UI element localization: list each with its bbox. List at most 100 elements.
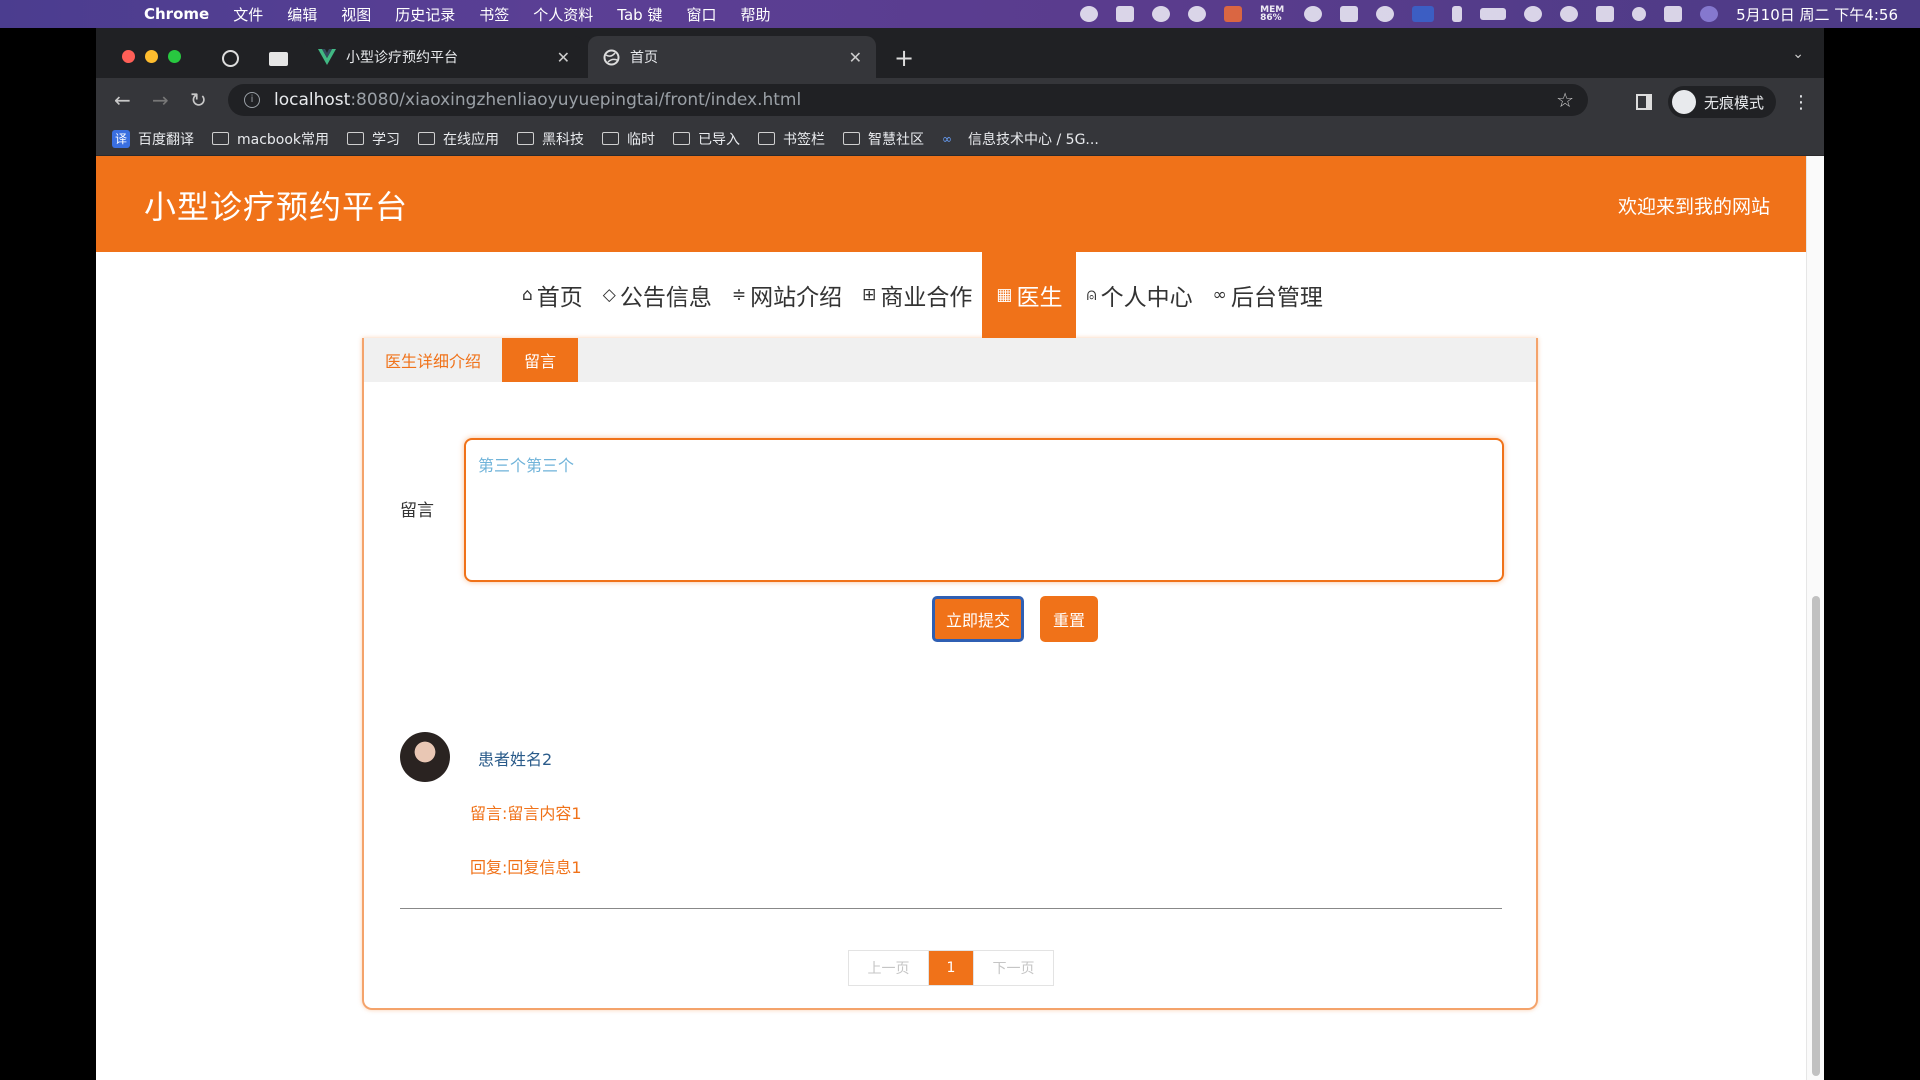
next-page-button[interactable]: 下一页 [973,951,1053,985]
divider [400,908,1502,909]
folder-icon [517,132,535,145]
bookmark-folder[interactable]: 已导入 [673,129,740,149]
nav-home[interactable]: ⌂ 首页 [512,252,593,338]
window-icon[interactable] [1340,6,1359,22]
reload-icon[interactable]: ↻ [190,88,207,112]
tab-home[interactable]: 首页 ✕ [588,36,876,78]
close-icon[interactable]: ✕ [557,48,570,67]
bookmark-folder[interactable]: 黑科技 [517,129,584,149]
record-icon[interactable] [1080,6,1099,22]
bookmark-label: 临时 [627,131,656,148]
address-bar[interactable]: i localhost :8080/xiaoxingzhenliaoyuyuep… [228,84,1588,116]
password-icon[interactable] [1304,6,1323,22]
wps-icon[interactable] [1116,6,1135,22]
menu-profile[interactable]: 个人资料 [533,4,593,25]
link-icon: ∞ [1212,285,1227,305]
bookmark-folder[interactable]: 在线应用 [418,129,499,149]
bookmark-label: macbook常用 [237,131,330,148]
menu-file[interactable]: 文件 [233,4,263,25]
bookmark-folder[interactable]: 智慧社区 [843,129,924,149]
reset-button[interactable]: 重置 [1040,596,1098,642]
url-host: localhost [274,90,351,110]
control-center-icon[interactable] [1664,6,1683,22]
menu-edit[interactable]: 编辑 [287,4,317,25]
translate-icon: 译 [112,129,130,148]
nav-label: 个人中心 [1100,285,1193,311]
bookmark-label: 智慧社区 [868,131,925,148]
bookmark-folder[interactable]: macbook常用 [212,129,329,149]
nav-personal-center[interactable]: ⍝ 个人中心 [1076,252,1202,338]
chat-icon[interactable] [1188,6,1207,22]
url-path: :8080/xiaoxingzhenliaoyuyuepingtai/front… [350,90,802,110]
keyboard-icon[interactable] [1412,6,1435,22]
folder-icon [673,132,691,145]
bookmark-label: 在线应用 [443,131,500,148]
site-info-icon[interactable]: i [244,92,260,108]
bookmark-item[interactable]: ∞ 信息技术中心 / 5G... [942,129,1099,149]
nav-cooperation[interactable]: ⊞ 商业合作 [852,252,982,338]
user-switch-icon[interactable] [1560,6,1579,22]
menu-window[interactable]: 窗口 [686,4,716,25]
page-scrollbar[interactable] [1806,156,1824,1080]
side-panel-icon[interactable] [1636,94,1652,110]
memory-value: 86% [1260,13,1282,23]
app-icon[interactable] [1224,6,1243,22]
sync-icon[interactable] [1596,6,1615,22]
scrollbar-thumb[interactable] [1812,596,1820,1076]
bell-icon[interactable] [1152,6,1171,22]
grid-icon: ▦ [996,285,1013,305]
menu-view[interactable]: 视图 [341,4,371,25]
wifi-icon[interactable] [1524,6,1543,22]
bookmark-folder[interactable]: 书签栏 [758,129,825,149]
tab-platform[interactable]: 小型诊疗预约平台 ✕ [304,36,584,78]
menubar-clock[interactable]: 5月10日 周二 下午4:56 [1736,4,1898,25]
bookmark-label: 已导入 [698,131,741,148]
submit-button[interactable]: 立即提交 [932,596,1024,642]
page-1-button[interactable]: 1 [929,951,973,985]
gift-icon: ⊞ [862,285,877,305]
comment-message: 留言:留言内容1 [470,804,582,823]
minimize-window-button[interactable] [145,50,158,63]
nav-about[interactable]: ≑ 网站介绍 [722,252,852,338]
bookmarks-bar: 译百度翻译 macbook常用 学习 在线应用 黑科技 临时 已导入 书签栏 智… [96,122,1824,156]
nav-announcements[interactable]: ◇ 公告信息 [593,252,722,338]
bookmark-folder[interactable]: 临时 [602,129,655,149]
browser-toolbar: ← → ↻ i localhost :8080/xiaoxingzhenliao… [96,78,1824,122]
vpn-icon[interactable] [1376,6,1395,22]
siri-icon[interactable] [1700,6,1719,22]
bookmark-star-icon[interactable]: ☆ [1556,88,1574,112]
site-title: 小型诊疗预约平台 [144,188,409,226]
close-window-button[interactable] [122,50,135,63]
menu-help[interactable]: 帮助 [740,4,770,25]
nav-doctor[interactable]: ▦ 医生 [982,252,1077,338]
kebab-menu-icon[interactable]: ⋮ [1792,92,1810,113]
nav-admin[interactable]: ∞ 后台管理 [1203,252,1333,338]
menubar-app-name[interactable]: Chrome [144,5,209,23]
tab-doctor-detail[interactable]: 医生详细介绍 [364,338,502,382]
maximize-window-button[interactable] [168,50,181,63]
menu-tab[interactable]: Tab 键 [617,4,662,25]
new-tab-button[interactable]: + [894,44,914,72]
tab-group-icon[interactable] [269,52,288,66]
nav-label: 后台管理 [1230,285,1323,311]
menu-bookmarks[interactable]: 书签 [479,4,509,25]
avatar [400,732,450,782]
globe-icon[interactable] [222,50,239,67]
tab-search-icon[interactable]: ⌄ [1792,46,1804,62]
macos-menubar: Chrome 文件 编辑 视图 历史记录 书签 个人资料 Tab 键 窗口 帮助… [0,0,1920,28]
close-icon[interactable]: ✕ [849,48,862,67]
tab-messages[interactable]: 留言 [502,338,578,382]
menu-history[interactable]: 历史记录 [395,4,455,25]
bluetooth-icon[interactable] [1452,6,1463,22]
bookmark-item[interactable]: 译百度翻译 [112,129,194,149]
message-textarea[interactable]: 第三个第三个 [464,438,1504,582]
forward-icon[interactable]: → [152,88,169,112]
memory-monitor[interactable]: MEM 86% [1260,6,1286,23]
bookmark-folder[interactable]: 学习 [347,129,400,149]
incognito-profile-button[interactable]: 无痕模式 [1668,86,1777,118]
spotlight-icon[interactable] [1632,7,1647,21]
back-icon[interactable]: ← [114,88,131,112]
tab-title: 小型诊疗预约平台 [346,50,458,66]
prev-page-button[interactable]: 上一页 [849,951,929,985]
battery-icon[interactable] [1480,8,1507,20]
